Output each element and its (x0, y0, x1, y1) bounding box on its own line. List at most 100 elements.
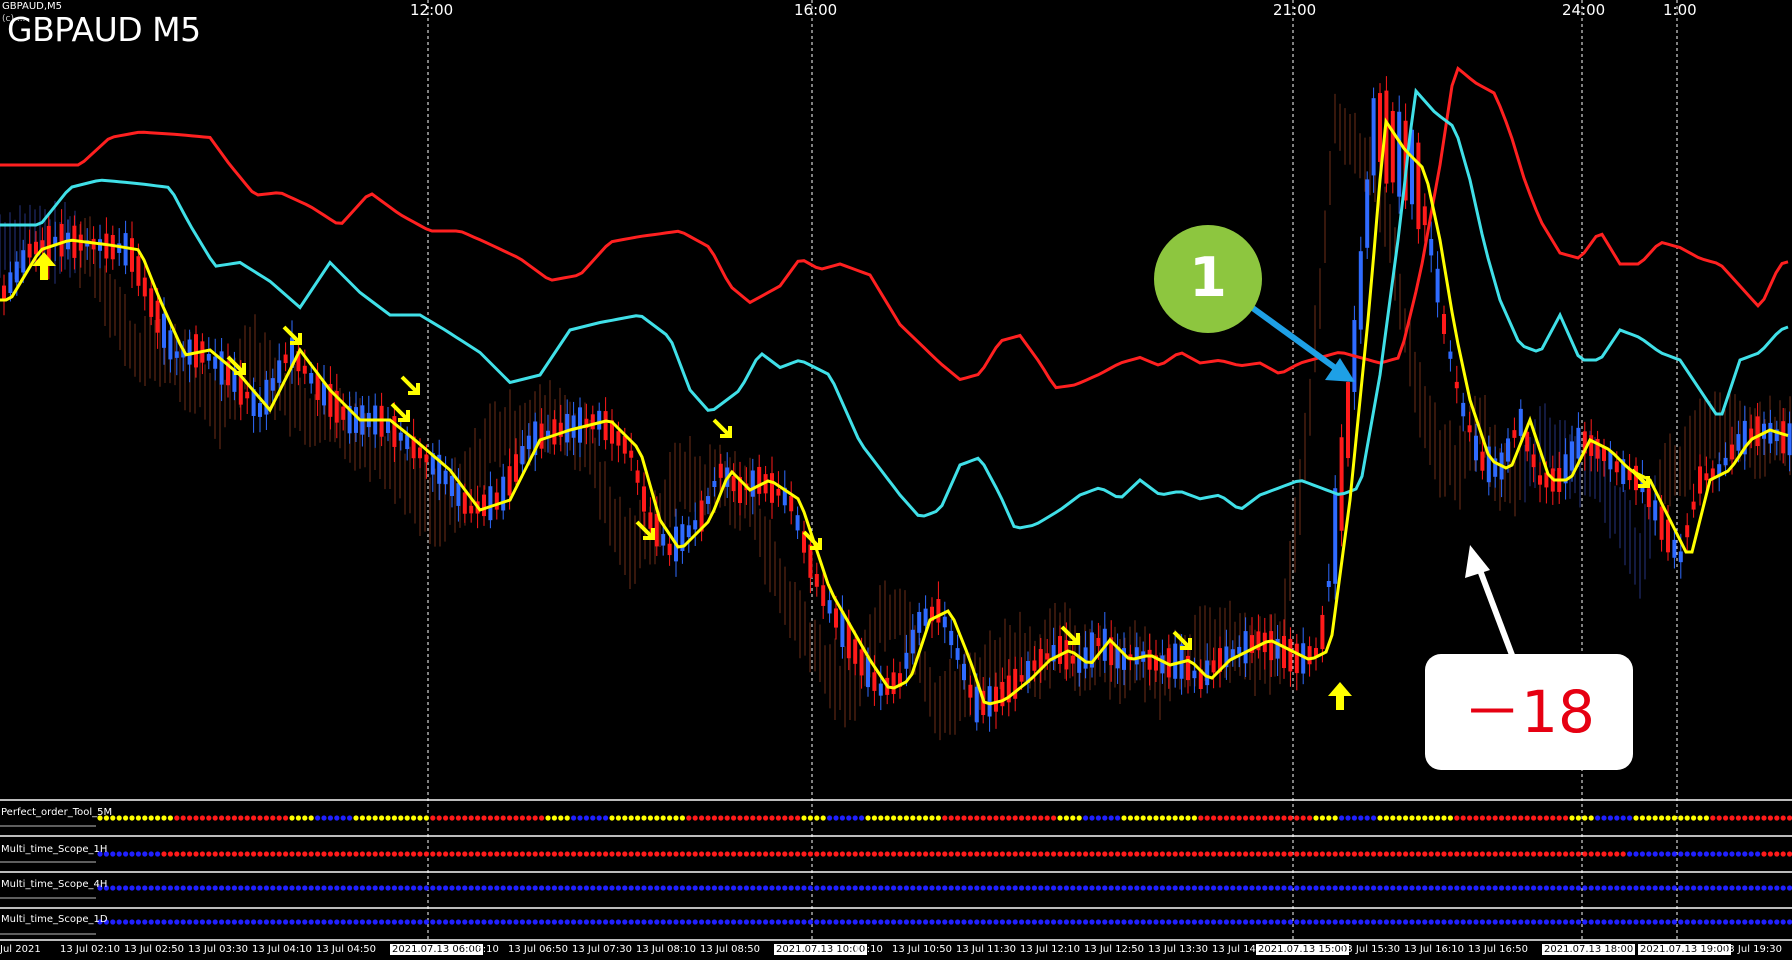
candle-body (456, 483, 461, 506)
indicator-dot (123, 815, 129, 821)
indicator-dot (916, 919, 922, 925)
indicator-dot (468, 885, 474, 891)
indicator-dot (878, 919, 884, 925)
indicator-dot (942, 815, 948, 821)
indicator-dot (551, 851, 558, 857)
indicator-dot (884, 885, 890, 891)
indicator-dot (1748, 885, 1754, 891)
indicator-dot (820, 885, 826, 891)
indicator-dot (385, 815, 391, 821)
indicator-dot (891, 815, 897, 821)
candle-body (1474, 435, 1478, 461)
indicator-dot (251, 885, 257, 891)
candle-body (1454, 381, 1459, 389)
indicator-dot (1620, 885, 1626, 891)
indicator-dot (1243, 919, 1249, 925)
candle-body (1083, 647, 1088, 669)
candle-body (590, 414, 595, 430)
candle-body (1736, 434, 1741, 451)
indicator-dot (1390, 919, 1396, 925)
indicator-dot (1665, 851, 1671, 857)
indicator-dot (1774, 815, 1780, 821)
indicator-dot (1275, 851, 1281, 857)
indicator-dot (398, 851, 404, 857)
indicator-dot (814, 919, 820, 925)
indicator-dot (686, 885, 692, 891)
indicator-dot (667, 851, 673, 857)
indicator-dot (1268, 851, 1274, 857)
candle-body (1614, 461, 1619, 473)
indicator-dot (295, 851, 301, 857)
candle-body (1787, 423, 1792, 456)
indicator-dot (1332, 851, 1338, 857)
indicator-dot (993, 885, 999, 891)
indicator-dot (545, 885, 551, 891)
time-axis-label: 13 Jul 19:30 (1722, 944, 1782, 955)
indicator-dot (743, 815, 750, 821)
indicator-dot (1691, 851, 1697, 857)
indicator-dot (1153, 885, 1159, 891)
candle-body (1730, 444, 1734, 460)
candle-body (891, 672, 896, 695)
indicator-dot (500, 815, 506, 821)
indicator-dot (852, 851, 858, 857)
indicator-dot (468, 919, 474, 925)
indicator-dot (1652, 851, 1658, 857)
indicator-dot (212, 919, 218, 925)
indicator-dot (1543, 815, 1549, 821)
indicator-dot (878, 885, 884, 891)
indicator-dot (897, 919, 903, 925)
indicator-dot (1383, 919, 1389, 925)
indicator-dot (814, 851, 820, 857)
indicator-dot (1633, 851, 1639, 857)
indicator-dot (1198, 919, 1204, 925)
indicator-dot (123, 851, 129, 857)
indicator-dot (468, 851, 474, 857)
indicator-dot (1358, 885, 1364, 891)
indicator-dot (1313, 851, 1319, 857)
indicator-dot (1492, 815, 1498, 821)
indicator-dot (1345, 885, 1351, 891)
indicator-dot (1403, 851, 1409, 857)
indicator-dot (1211, 851, 1217, 857)
candle-body (1147, 649, 1152, 670)
time-axis-label: 2021.07.13 18:00 (1542, 944, 1636, 955)
indicator-dot (1319, 885, 1325, 891)
candle-body (1422, 206, 1427, 226)
indicator-dot (1262, 885, 1268, 891)
candle-body (757, 466, 762, 494)
indicator-dot (1275, 919, 1281, 925)
indicator-dot (980, 885, 986, 891)
indicator-dot (974, 885, 980, 891)
candle-body (1723, 457, 1728, 466)
indicator-dot (423, 851, 429, 857)
indicator-dot (1396, 815, 1402, 821)
price-chart[interactable] (0, 0, 1792, 960)
indicator-dot (718, 851, 724, 857)
candle-body (8, 272, 13, 293)
indicator-dot (628, 815, 634, 821)
indicator-dot (615, 919, 622, 925)
indicator-dot (1633, 885, 1639, 891)
indicator-dot (1755, 851, 1761, 857)
indicator-dot (481, 815, 487, 821)
indicator-dot (1575, 919, 1581, 925)
indicator-dot (1710, 851, 1716, 857)
indicator-dot (1569, 919, 1575, 925)
indicator-dot (763, 851, 769, 857)
candle-body (1755, 416, 1760, 447)
indicator-dot (692, 885, 698, 891)
chart-window[interactable]: GBPAUD,M5 (c) ... GBPAUD M5 12:00 16:00 … (0, 0, 1792, 960)
indicator-dot (449, 851, 455, 857)
indicator-dot (449, 919, 455, 925)
indicator-dot (756, 885, 762, 891)
indicator-dot (353, 851, 359, 857)
indicator-dot (1364, 815, 1370, 821)
candle-body (462, 492, 467, 514)
candle-body (616, 431, 621, 446)
candle-body (1320, 614, 1325, 650)
indicator-dot (507, 885, 513, 891)
candle-body (770, 473, 774, 503)
indicator-dot (1044, 919, 1050, 925)
indicator-dot (827, 815, 833, 821)
